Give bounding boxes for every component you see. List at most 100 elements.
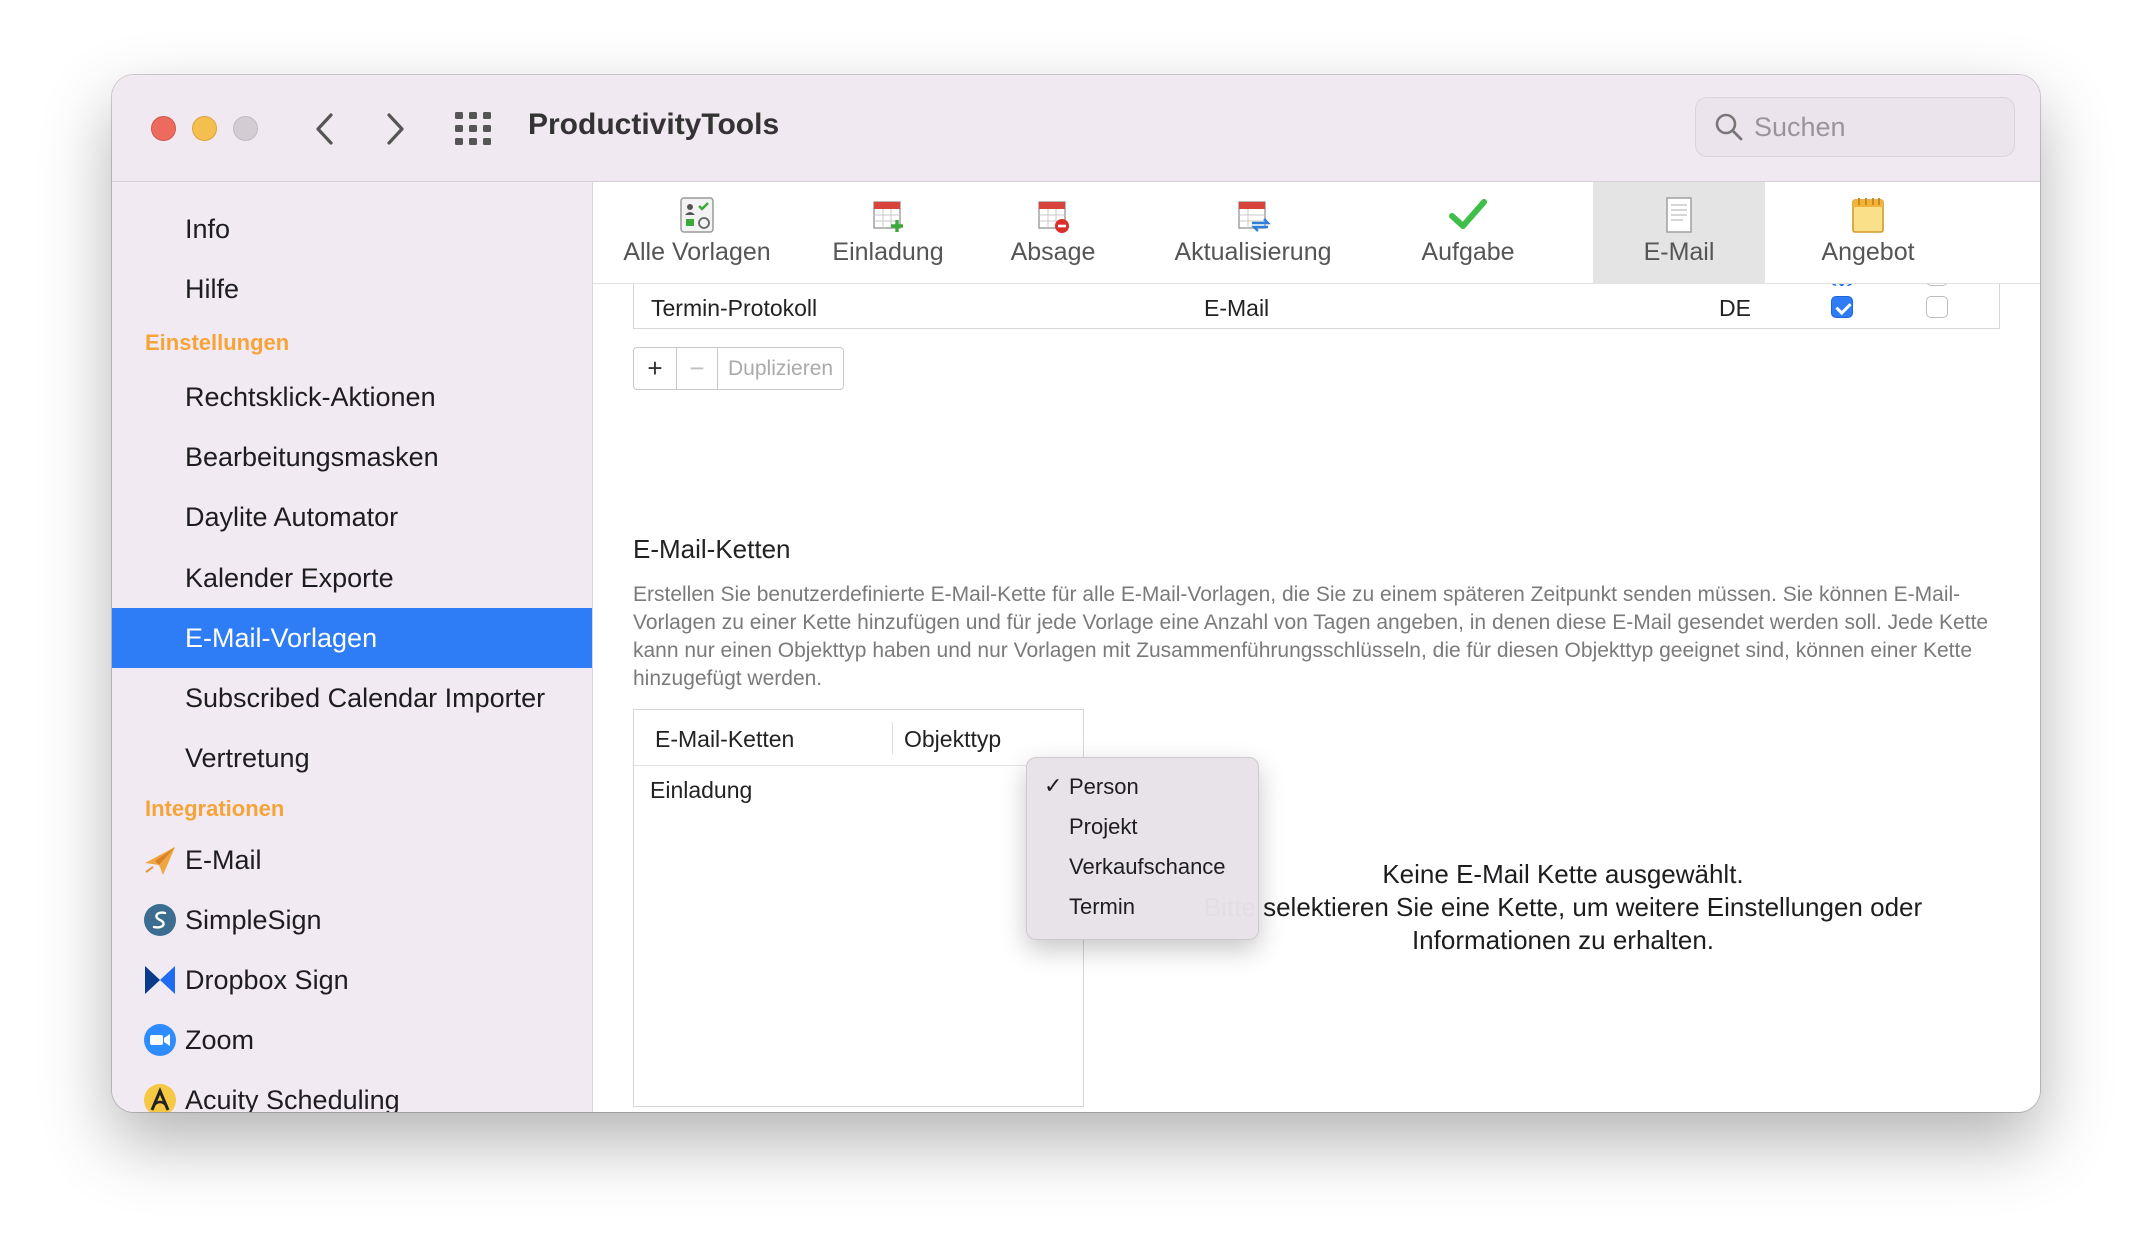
- sidebar-item-label: Hilfe: [185, 273, 240, 304]
- sidebar-item-simplesign[interactable]: SimpleSign: [112, 890, 592, 950]
- sidebar-item-info[interactable]: Info: [112, 199, 592, 259]
- update-calendar-icon: [1238, 201, 1271, 232]
- tab-alle-vorlagen[interactable]: Alle Vorlagen: [617, 182, 777, 284]
- section-title: E-Mail-Ketten: [633, 534, 791, 564]
- sidebar-item-label: Rechtsklick-Aktionen: [185, 381, 436, 412]
- email-chains-table[interactable]: E-Mail-Ketten Objekttyp Einladung: [633, 709, 1084, 1107]
- notepad-icon: [1852, 198, 1884, 233]
- tab-aufgabe[interactable]: Aufgabe: [1393, 182, 1543, 284]
- objecttype-popup-menu: ✓ Person Projekt Verkaufschance Termin: [1026, 757, 1259, 940]
- template-enabled-checkbox[interactable]: [1831, 296, 1853, 318]
- tab-label: Aktualisierung: [1174, 238, 1332, 266]
- template-option-checkbox[interactable]: [1926, 284, 1948, 286]
- app-window: ProductivityTools Info Hilfe Einstellung…: [112, 75, 2040, 1112]
- menu-item-label: Person: [1069, 774, 1139, 799]
- sidebar-item-label: Daylite Automator: [185, 501, 399, 532]
- cancellation-calendar-icon: [1038, 201, 1069, 233]
- template-option-checkbox[interactable]: [1926, 296, 1948, 318]
- sidebar-item-bearbeitungsmasken[interactable]: Bearbeitungsmasken: [112, 427, 592, 487]
- empty-message-line: Bitte selektieren Sie eine Kette, um wei…: [1203, 892, 1923, 955]
- sidebar-item-label: Bearbeitungsmasken: [185, 441, 439, 472]
- table-row[interactable]: Einladung: [650, 777, 752, 804]
- back-button[interactable]: [304, 109, 344, 149]
- table-row[interactable]: Termin-Protokoll E-Mail DE: [634, 284, 1999, 329]
- section-description: Erstellen Sie benutzerdefinierte E-Mail-…: [633, 583, 1989, 690]
- checkmark-icon: [1449, 199, 1487, 229]
- tab-email[interactable]: E-Mail: [1593, 182, 1765, 284]
- table-header: E-Mail-Ketten Objekttyp: [634, 710, 1083, 766]
- sidebar-item-email-integration[interactable]: E-Mail: [112, 830, 592, 890]
- chevron-right-icon: [387, 113, 404, 145]
- remove-template-button[interactable]: −: [677, 348, 718, 389]
- tab-absage[interactable]: Absage: [983, 182, 1123, 284]
- tab-angebot[interactable]: Angebot: [1793, 182, 1943, 284]
- duplicate-template-button[interactable]: Duplizieren: [718, 348, 843, 389]
- invitation-calendar-icon: [873, 201, 903, 232]
- all-templates-icon: [680, 197, 714, 233]
- column-header-chains[interactable]: E-Mail-Ketten: [655, 726, 794, 753]
- minimize-window-button[interactable]: [192, 116, 217, 141]
- sidebar-item-label: E-Mail-Vorlagen: [185, 622, 378, 653]
- menu-item-label: Verkaufschance: [1069, 854, 1226, 879]
- template-enabled-checkbox[interactable]: [1831, 284, 1853, 286]
- simplesign-icon: [144, 904, 176, 936]
- sidebar-section-settings: Einstellungen: [145, 330, 290, 355]
- column-header-objecttype[interactable]: Objekttyp: [904, 726, 1001, 753]
- tab-label: Alle Vorlagen: [623, 238, 771, 266]
- dropbox-sign-icon: [145, 966, 175, 994]
- acuity-icon: [144, 1084, 176, 1112]
- menu-item-projekt[interactable]: Projekt: [1027, 805, 1258, 845]
- sidebar-item-label: Kalender Exporte: [185, 562, 394, 593]
- zoom-window-button[interactable]: [233, 116, 258, 141]
- sidebar-item-acuity-scheduling[interactable]: Acuity Scheduling: [112, 1070, 592, 1113]
- sidebar-item-zoom[interactable]: Zoom: [112, 1010, 592, 1070]
- menu-item-label: Projekt: [1069, 814, 1138, 839]
- empty-selection-message: Keine E-Mail Kette ausgewählt. Bitte sel…: [1153, 858, 1973, 957]
- sidebar-item-label: Subscribed Calendar Importer: [185, 682, 546, 713]
- sidebar-item-vertretung[interactable]: Vertretung: [112, 728, 592, 788]
- add-template-button[interactable]: +: [634, 348, 677, 389]
- templates-table[interactable]: Termin-Protokoll E-Mail DE: [633, 284, 2000, 329]
- template-category-toolbar: Alle Vorlagen Einladung Absage Aktualisi…: [593, 182, 2040, 284]
- app-grid-icon[interactable]: [455, 112, 491, 145]
- empty-message-line: Keine E-Mail Kette ausgewählt.: [1382, 859, 1744, 889]
- menu-item-label: Termin: [1069, 894, 1136, 919]
- forward-button[interactable]: [376, 109, 416, 149]
- tab-label: Angebot: [1821, 238, 1915, 266]
- chevron-left-icon: [316, 113, 333, 145]
- menu-item-person[interactable]: ✓ Person: [1027, 765, 1258, 805]
- sidebar-item-label: Vertretung: [185, 742, 310, 773]
- tab-label: Einladung: [832, 238, 944, 266]
- search-input[interactable]: [1754, 111, 1994, 143]
- close-window-button[interactable]: [151, 116, 176, 141]
- sidebar-item-daylite-automator[interactable]: Daylite Automator: [112, 487, 592, 547]
- template-type-cell: E-Mail: [1204, 295, 1270, 321]
- sidebar-item-label: Zoom: [185, 1024, 255, 1055]
- sidebar-section-integrations: Integrationen: [145, 796, 285, 821]
- tab-aktualisierung[interactable]: Aktualisierung: [1153, 182, 1353, 284]
- document-icon: [1666, 197, 1692, 233]
- sidebar-item-label: SimpleSign: [185, 904, 322, 935]
- sidebar-item-rechtsklick-aktionen[interactable]: Rechtsklick-Aktionen: [112, 367, 592, 427]
- sidebar-item-label: Acuity Scheduling: [185, 1084, 400, 1113]
- sidebar-item-label: Dropbox Sign: [185, 964, 349, 995]
- column-divider: [892, 722, 893, 754]
- tab-einladung[interactable]: Einladung: [813, 182, 963, 284]
- menu-item-verkaufschance[interactable]: Verkaufschance: [1027, 845, 1258, 885]
- template-language-cell: DE: [1719, 295, 1751, 321]
- tab-label: E-Mail: [1643, 238, 1715, 266]
- tab-label: Aufgabe: [1421, 238, 1515, 266]
- sidebar-item-subscribed-calendar-importer[interactable]: Subscribed Calendar Importer: [112, 668, 592, 728]
- menu-item-termin[interactable]: Termin: [1027, 885, 1258, 925]
- sidebar-item-hilfe[interactable]: Hilfe: [112, 259, 592, 319]
- sidebar-item-label: Info: [185, 213, 231, 244]
- sidebar-item-dropbox-sign[interactable]: Dropbox Sign: [112, 950, 592, 1010]
- title-bar: ProductivityTools: [112, 75, 2040, 182]
- sidebar-item-email-vorlagen[interactable]: E-Mail-Vorlagen: [112, 608, 592, 668]
- search-field[interactable]: [1695, 97, 2015, 157]
- paper-plane-icon: [145, 847, 175, 875]
- sidebar-item-label: E-Mail: [185, 844, 262, 875]
- checkmark-icon: ✓: [1044, 773, 1063, 798]
- search-icon: [1715, 113, 1743, 141]
- sidebar-item-kalender-exporte[interactable]: Kalender Exporte: [112, 548, 592, 608]
